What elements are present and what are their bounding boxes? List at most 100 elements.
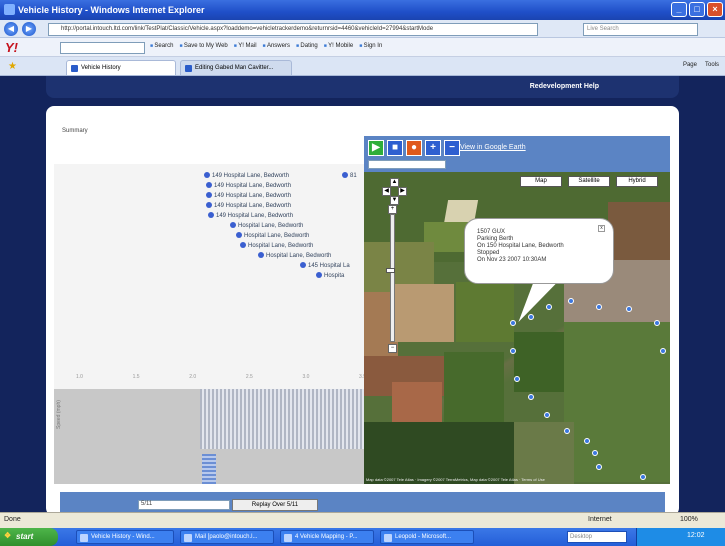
yahoo-search-input[interactable]: [60, 42, 145, 54]
window-titlebar[interactable]: Vehicle History - Windows Internet Explo…: [0, 0, 725, 20]
yahoo-toolbar: Y! Search Save to My Web Y! Mail Answers…: [0, 38, 725, 57]
minus-icon[interactable]: −: [444, 140, 460, 156]
yahoo-search-button[interactable]: Search: [150, 43, 173, 49]
track-point[interactable]: [568, 298, 574, 304]
minimize-button[interactable]: _: [671, 2, 687, 17]
close-window-button[interactable]: ×: [707, 2, 723, 17]
favorites-star-icon[interactable]: ★: [8, 61, 17, 72]
track-point[interactable]: [654, 320, 660, 326]
start-button[interactable]: start: [0, 528, 58, 546]
url-field[interactable]: http://portal.intouch.ltd.com/link/TestP…: [48, 23, 538, 36]
track-point[interactable]: [596, 304, 602, 310]
zoom-level[interactable]: 100%: [680, 516, 698, 523]
map-search-input[interactable]: [368, 160, 446, 169]
pan-right-button[interactable]: ▶: [398, 187, 407, 196]
tab-editing[interactable]: Editing Gabed Man Cavitter...: [180, 60, 292, 75]
replay-input[interactable]: 5/11: [138, 500, 230, 510]
speed-bar: [202, 454, 216, 484]
tools-menu[interactable]: Tools: [705, 62, 719, 68]
chart-location-label: Hospital Lane, Bedworth: [258, 252, 331, 259]
zoom-in-button[interactable]: +: [388, 205, 397, 214]
command-bar: Page Tools: [683, 62, 719, 68]
tab-vehicle-history[interactable]: Vehicle History: [66, 60, 176, 75]
yahoo-mail-button[interactable]: Y! Mail: [234, 43, 256, 49]
track-point[interactable]: [640, 474, 646, 480]
live-search-input[interactable]: Live Search: [583, 23, 698, 36]
map-type-hybrid-button[interactable]: Hybrid: [616, 176, 658, 187]
location-chart: 149 Hospital Lane, Bedworth 149 Hospital…: [54, 164, 366, 484]
bubble-line: 1507 GUX: [477, 229, 506, 235]
tick-label: 1.5: [132, 374, 140, 380]
plus-icon[interactable]: +: [425, 140, 441, 156]
track-point[interactable]: [596, 464, 602, 470]
tick-label: 2.0: [189, 374, 197, 380]
track-point[interactable]: [546, 304, 552, 310]
dating-button[interactable]: Dating: [296, 43, 317, 49]
bubble-line: Parking Berth: [477, 236, 514, 242]
yahoo-mobile-button[interactable]: Y! Mobile: [324, 43, 353, 49]
map-type-map-button[interactable]: Map: [520, 176, 562, 187]
track-point[interactable]: [564, 428, 570, 434]
save-to-my-web-button[interactable]: Save to My Web: [179, 43, 228, 49]
speed-axis-label: Speed (mph): [56, 400, 62, 429]
clock: 12:02: [687, 532, 705, 539]
window-title: Vehicle History - Windows Internet Explo…: [18, 5, 205, 15]
redevelopment-help-link[interactable]: Redevelopment Help: [530, 83, 599, 90]
taskbar-item[interactable]: Mail [paolo@intouch.l...: [180, 530, 274, 544]
track-point[interactable]: [544, 412, 550, 418]
yahoo-logo[interactable]: Y!: [5, 40, 18, 55]
forward-button[interactable]: ▶: [22, 22, 36, 36]
pan-down-button[interactable]: ▼: [390, 196, 399, 205]
track-point[interactable]: [592, 450, 598, 456]
address-bar: ◀ ▶ http://portal.intouch.ltd.com/link/T…: [0, 20, 725, 38]
track-point[interactable]: [626, 306, 632, 312]
chart-location-label: 149 Hospital Lane, Bedworth: [208, 212, 293, 219]
sign-in-button[interactable]: Sign In: [359, 43, 383, 49]
taskbar-item[interactable]: Leopold - Microsoft...: [380, 530, 474, 544]
track-point[interactable]: [660, 348, 666, 354]
track-point[interactable]: [584, 438, 590, 444]
speed-hatch-area: [200, 389, 364, 449]
stop-icon[interactable]: ■: [387, 140, 403, 156]
play-icon[interactable]: ▶: [368, 140, 384, 156]
marker-icon[interactable]: ●: [406, 140, 422, 156]
site-header: Redevelopment Help: [46, 76, 679, 98]
map-copyright: Map data ©2007 Tele Atlas · Imagery ©200…: [366, 477, 545, 482]
system-tray: 12:02: [636, 528, 725, 546]
info-bubble-tail: [510, 282, 558, 322]
bubble-close-button[interactable]: x: [598, 225, 605, 232]
satellite-map[interactable]: Map Satellite Hybrid ▲ ◀ ▶ ▼ + − x 1507 …: [364, 172, 670, 484]
zoom-slider-thumb[interactable]: [386, 268, 395, 273]
pan-up-button[interactable]: ▲: [390, 178, 399, 187]
zoom-slider[interactable]: [390, 214, 395, 342]
bubble-line: On Nov 23 2007 10:30AM: [477, 257, 547, 263]
track-point[interactable]: [510, 348, 516, 354]
zoom-out-button[interactable]: −: [388, 344, 397, 353]
chart-location-label: Hospita: [316, 272, 344, 279]
chart-location-label: Hospital Lane, Bedworth: [236, 232, 309, 239]
chart-location-label: 149 Hospital Lane, Bedworth: [204, 172, 289, 179]
chart-location-label: Hospital Lane, Bedworth: [230, 222, 303, 229]
page-menu[interactable]: Page: [683, 62, 697, 68]
answers-button[interactable]: Answers: [263, 43, 290, 49]
back-button[interactable]: ◀: [4, 22, 18, 36]
chart-location-label: Hospital Lane, Bedworth: [240, 242, 313, 249]
pan-left-button[interactable]: ◀: [382, 187, 391, 196]
map-widget: ▶ ■ ● + − View in Google Earth Map Satel…: [364, 136, 670, 484]
replay-button[interactable]: Replay Over 5/11: [232, 499, 318, 511]
taskbar: start Vehicle History - Wind... Mail [pa…: [0, 528, 725, 546]
ie-icon: [4, 4, 15, 15]
track-point[interactable]: [514, 376, 520, 382]
taskbar-item[interactable]: Vehicle History - Wind...: [76, 530, 174, 544]
status-bar: Done Internet 100%: [0, 512, 725, 528]
track-point[interactable]: [528, 394, 534, 400]
tick-label: 2.5: [245, 374, 253, 380]
page-content: Redevelopment Help Summary 149 Hospital …: [0, 76, 725, 512]
taskbar-item[interactable]: 4 Vehicle Mapping - P...: [280, 530, 374, 544]
view-in-google-earth-link[interactable]: View in Google Earth: [460, 144, 526, 151]
tab-label: Editing Gabed Man Cavitter...: [195, 65, 274, 71]
desktop-search-input[interactable]: Desktop: [567, 531, 627, 543]
map-type-satellite-button[interactable]: Satellite: [568, 176, 610, 187]
window-controls: _ □ ×: [671, 2, 723, 17]
maximize-button[interactable]: □: [689, 2, 705, 17]
